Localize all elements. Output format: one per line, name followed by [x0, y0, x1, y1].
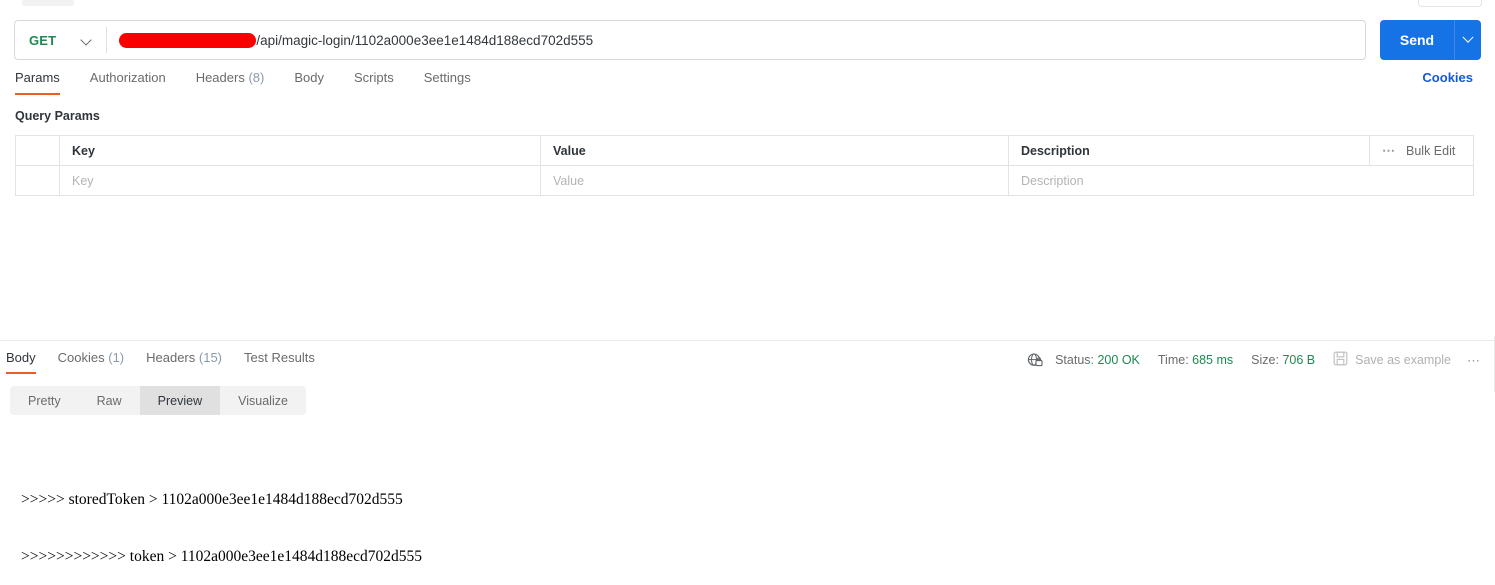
response-pane-divider: [0, 340, 1495, 341]
url-path-text: /api/magic-login/1102a000e3ee1e1484d188e…: [256, 32, 594, 48]
tab-response-cookies-label: Cookies: [57, 350, 105, 365]
chevron-down-icon: [82, 35, 92, 45]
tab-response-body-label: Body: [6, 350, 36, 365]
tab-scripts-label: Scripts: [353, 70, 394, 85]
response-tabs: Body Cookies (1) Headers (15) Test Resul…: [6, 350, 337, 374]
status-value: 200 OK: [1097, 353, 1140, 367]
window-chrome-ghost-left: [22, 0, 74, 6]
tab-body[interactable]: Body: [294, 70, 324, 95]
tab-response-headers-count: (15): [198, 350, 223, 365]
send-button[interactable]: Send: [1380, 20, 1481, 60]
tab-params[interactable]: Params: [15, 70, 60, 95]
tab-test-results-label: Test Results: [244, 350, 315, 365]
column-header-description-label: Description: [1021, 143, 1090, 158]
ellipsis-icon[interactable]: ⋯: [1382, 144, 1396, 157]
time-value: 685 ms: [1192, 353, 1234, 367]
param-description-input[interactable]: Description: [1009, 166, 1473, 195]
tab-headers-label: Headers: [195, 70, 245, 85]
row-checkbox-cell[interactable]: [16, 166, 60, 195]
tab-body-label: Body: [294, 70, 324, 85]
column-header-description: Description ⋯ Bulk Edit: [1009, 136, 1473, 165]
time-badge: Time: 685 ms: [1158, 353, 1233, 367]
response-meta-bar: Status: 200 OK Time: 685 ms Size: 706 B …: [1027, 351, 1487, 369]
http-method-label: GET: [29, 32, 57, 48]
http-method-selector[interactable]: GET: [15, 21, 102, 59]
column-header-value: Value: [541, 136, 1009, 165]
url-bar[interactable]: GET /api/magic-login/1102a000e3ee1e1484d…: [14, 20, 1366, 60]
save-as-example-label: Save as example: [1355, 353, 1451, 367]
status-label: Status:: [1055, 353, 1094, 367]
tab-test-results[interactable]: Test Results: [244, 350, 315, 374]
table-actions: ⋯ Bulk Edit: [1369, 136, 1473, 165]
response-options-ellipsis-icon[interactable]: ⋯: [1467, 354, 1487, 367]
response-body-preview: >>>>> storedToken > 1102a000e3ee1e1484d1…: [21, 452, 1471, 585]
size-label: Size:: [1251, 353, 1279, 367]
response-tab-bar: Body Cookies (1) Headers (15) Test Resul…: [0, 350, 1495, 376]
tab-authorization[interactable]: Authorization: [90, 70, 166, 95]
preview-line-2: >>>>>>>>>>>> token > 1102a000e3ee1e1484d…: [21, 548, 423, 565]
param-key-input[interactable]: Key: [60, 166, 541, 195]
tab-settings-label: Settings: [423, 70, 471, 85]
param-value-input[interactable]: Value: [541, 166, 1009, 195]
table-row[interactable]: Key Value Description: [16, 166, 1473, 196]
table-header-row: Key Value Description ⋯ Bulk Edit: [16, 136, 1473, 166]
time-label: Time:: [1157, 353, 1189, 367]
column-header-key: Key: [60, 136, 541, 165]
tab-headers[interactable]: Headers (8): [196, 70, 265, 95]
select-all-cell: [16, 136, 60, 165]
request-tab-bar: Params Authorization Headers (8) Body Sc…: [0, 70, 1495, 98]
send-options-chevron-down-icon[interactable]: [1455, 36, 1481, 44]
tab-response-cookies-count: (1): [108, 350, 125, 365]
tab-authorization-label: Authorization: [89, 70, 166, 85]
status-badge: Status: 200 OK: [1055, 353, 1140, 367]
tab-response-body[interactable]: Body: [6, 350, 36, 374]
tab-headers-count: (8): [248, 70, 265, 85]
view-mode-raw[interactable]: Raw: [79, 386, 140, 415]
cookies-link[interactable]: Cookies: [1422, 70, 1473, 85]
send-button-label: Send: [1399, 32, 1435, 48]
query-params-table: Key Value Description ⋯ Bulk Edit Key Va…: [15, 135, 1474, 196]
request-url-row: GET /api/magic-login/1102a000e3ee1e1484d…: [14, 20, 1481, 60]
redacted-host-block: [119, 32, 257, 48]
view-mode-preview[interactable]: Preview: [139, 386, 221, 415]
tab-settings[interactable]: Settings: [424, 70, 471, 95]
view-mode-visualize[interactable]: Visualize: [220, 386, 306, 415]
size-value: 706 B: [1282, 353, 1316, 367]
globe-lock-icon[interactable]: [1027, 352, 1043, 368]
tab-response-cookies[interactable]: Cookies (1): [58, 350, 124, 374]
save-disk-icon: [1333, 351, 1348, 369]
save-as-example-button[interactable]: Save as example: [1333, 351, 1451, 369]
tab-response-headers[interactable]: Headers (15): [146, 350, 222, 374]
window-chrome-ghost-right: [1418, 0, 1482, 7]
tab-response-headers-label: Headers: [146, 350, 196, 365]
tab-scripts[interactable]: Scripts: [354, 70, 394, 95]
url-input[interactable]: /api/magic-login/1102a000e3ee1e1484d188e…: [107, 32, 1365, 48]
size-badge: Size: 706 B: [1251, 353, 1315, 367]
response-view-switch: Pretty Raw Preview Visualize: [10, 386, 306, 415]
request-tabs: Params Authorization Headers (8) Body Sc…: [15, 70, 501, 95]
tab-params-label: Params: [15, 70, 60, 85]
preview-line-1: >>>>> storedToken > 1102a000e3ee1e1484d1…: [21, 491, 403, 508]
query-params-title: Query Params: [15, 109, 100, 123]
view-mode-pretty[interactable]: Pretty: [10, 386, 79, 415]
bulk-edit-button[interactable]: Bulk Edit: [1406, 144, 1455, 158]
